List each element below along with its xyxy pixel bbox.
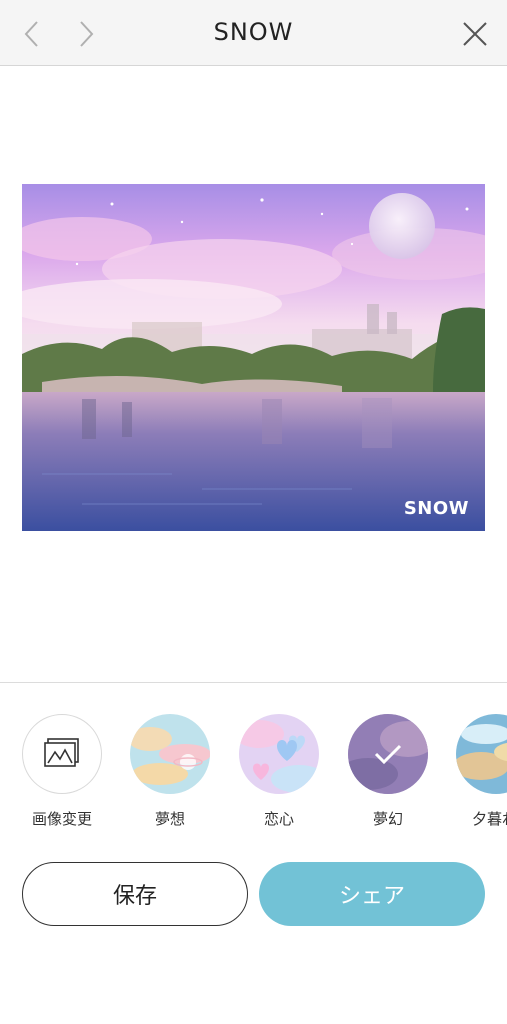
filter-label: 画像変更 xyxy=(31,810,92,828)
filter-label: 夕暮れ xyxy=(472,810,507,828)
divider xyxy=(0,682,507,683)
filter-love[interactable]: 恋心 xyxy=(239,714,319,829)
filter-label: 夢幻 xyxy=(372,810,403,828)
filter-dream[interactable]: 夢想 xyxy=(130,714,210,829)
filter-thumbnail[interactable] xyxy=(348,714,428,794)
photo-preview: SNOW xyxy=(22,184,485,531)
filter-carousel[interactable]: 画像変更 夢想 恋心 夢幻 夕暮 xyxy=(0,714,507,834)
filter-fantasy[interactable]: 夢幻 xyxy=(348,714,428,829)
page-title: SNOW xyxy=(213,18,294,46)
close-button[interactable] xyxy=(455,14,495,54)
filter-dusk[interactable]: 夕暮れ xyxy=(456,714,507,829)
snow-watermark: SNOW xyxy=(403,498,469,519)
navigation-bar: SNOW xyxy=(0,0,507,66)
filter-thumbnail[interactable] xyxy=(456,714,507,794)
image-icon xyxy=(44,738,79,767)
close-icon xyxy=(463,22,487,46)
filtered-photo xyxy=(22,184,485,531)
love-thumbnail-art xyxy=(239,714,319,794)
share-button[interactable]: シェア xyxy=(259,862,485,926)
dusk-thumbnail-art xyxy=(456,714,507,794)
filter-thumbnail[interactable] xyxy=(22,714,102,794)
filter-label: 夢想 xyxy=(154,810,185,828)
dream-thumbnail-art xyxy=(130,714,210,794)
save-button[interactable]: 保存 xyxy=(22,862,248,926)
filter-thumbnail[interactable] xyxy=(239,714,319,794)
selected-overlay xyxy=(348,714,428,794)
filter-change-image[interactable]: 画像変更 xyxy=(22,714,102,829)
filter-label: 恋心 xyxy=(263,810,294,828)
check-icon xyxy=(374,744,402,765)
filter-thumbnail[interactable] xyxy=(130,714,210,794)
